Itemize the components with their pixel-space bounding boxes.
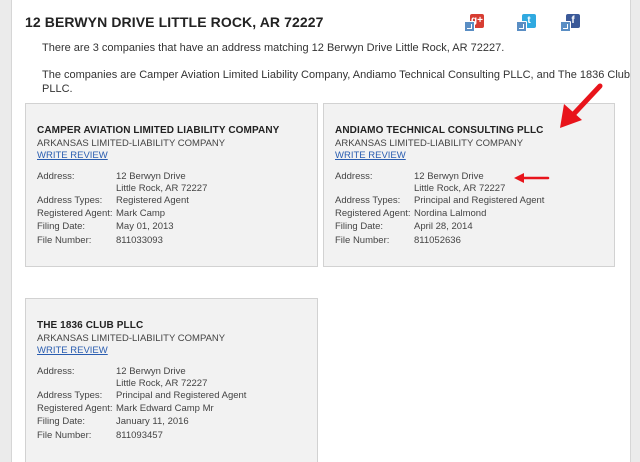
- file-number-label: File Number:: [37, 235, 92, 246]
- intro-companies-text-cont: PLLC.: [42, 83, 73, 95]
- registered-agent-label: Registered Agent:: [37, 208, 113, 219]
- company-type: ARKANSAS LIMITED-LIABILITY COMPANY: [37, 333, 226, 344]
- file-number-label: File Number:: [37, 430, 92, 441]
- address-value: 12 Berwyn Drive Little Rock, AR 72227: [414, 171, 506, 194]
- file-number-label: File Number:: [335, 235, 390, 246]
- filing-date-label: Filing Date:: [37, 416, 86, 427]
- address-value: 12 Berwyn Drive Little Rock, AR 72227: [116, 171, 208, 194]
- share-tag-icon: [464, 21, 475, 32]
- file-number-value: 811052636: [414, 235, 461, 246]
- filing-date-label: Filing Date:: [335, 221, 384, 232]
- facebook-share-button[interactable]: f: [560, 14, 580, 32]
- annotation-arrow-large-icon: [560, 83, 603, 128]
- company-name: THE 1836 CLUB PLLC: [37, 320, 144, 331]
- address-types-value: Registered Agent: [116, 195, 189, 206]
- google-plus-share-button[interactable]: g+: [464, 14, 484, 32]
- address-types-value: Principal and Registered Agent: [116, 390, 247, 401]
- registered-agent-value: Mark Camp: [116, 208, 166, 219]
- registered-agent-value: Mark Edward Camp Mr: [116, 403, 214, 414]
- intro-count-text: There are 3 companies that have an addre…: [42, 42, 505, 54]
- registered-agent-label: Registered Agent:: [37, 403, 113, 414]
- share-tag-icon: [516, 21, 527, 32]
- address-value: 12 Berwyn Drive Little Rock, AR 72227: [116, 366, 208, 389]
- file-number-value: 811093457: [116, 430, 163, 441]
- filing-date-value: May 01, 2013: [116, 221, 174, 232]
- company-card-camper: CAMPER AVIATION LIMITED LIABILITY COMPAN…: [25, 103, 318, 267]
- file-number-value: 811033093: [116, 235, 163, 246]
- write-review-link[interactable]: WRITE REVIEW: [37, 150, 108, 161]
- filing-date-value: January 11, 2016: [116, 416, 189, 427]
- registered-agent-label: Registered Agent:: [335, 208, 411, 219]
- company-type: ARKANSAS LIMITED-LIABILITY COMPANY: [335, 138, 524, 149]
- filing-date-value: April 28, 2014: [414, 221, 473, 232]
- page-title: 12 BERWYN DRIVE LITTLE ROCK, AR 72227: [25, 14, 324, 30]
- write-review-link[interactable]: WRITE REVIEW: [335, 150, 406, 161]
- filing-date-label: Filing Date:: [37, 221, 86, 232]
- address-label: Address:: [37, 366, 75, 377]
- annotation-arrow-small-icon: [514, 173, 550, 183]
- address-types-value: Principal and Registered Agent: [414, 195, 545, 206]
- company-type: ARKANSAS LIMITED-LIABILITY COMPANY: [37, 138, 226, 149]
- address-label: Address:: [335, 171, 373, 182]
- address-types-label: Address Types:: [37, 195, 103, 206]
- share-tag-icon: [560, 21, 571, 32]
- company-name: ANDIAMO TECHNICAL CONSULTING PLLC: [335, 125, 544, 136]
- company-name: CAMPER AVIATION LIMITED LIABILITY COMPAN…: [37, 125, 280, 136]
- address-types-label: Address Types:: [37, 390, 103, 401]
- twitter-share-button[interactable]: t: [516, 14, 536, 32]
- address-types-label: Address Types:: [335, 195, 401, 206]
- intro-companies-text: The companies are Camper Aviation Limite…: [42, 69, 631, 81]
- registered-agent-value: Nordina Lalmond: [414, 208, 487, 219]
- company-card-1836-club: THE 1836 CLUB PLLC ARKANSAS LIMITED-LIAB…: [25, 298, 318, 462]
- write-review-link[interactable]: WRITE REVIEW: [37, 345, 108, 356]
- address-label: Address:: [37, 171, 75, 182]
